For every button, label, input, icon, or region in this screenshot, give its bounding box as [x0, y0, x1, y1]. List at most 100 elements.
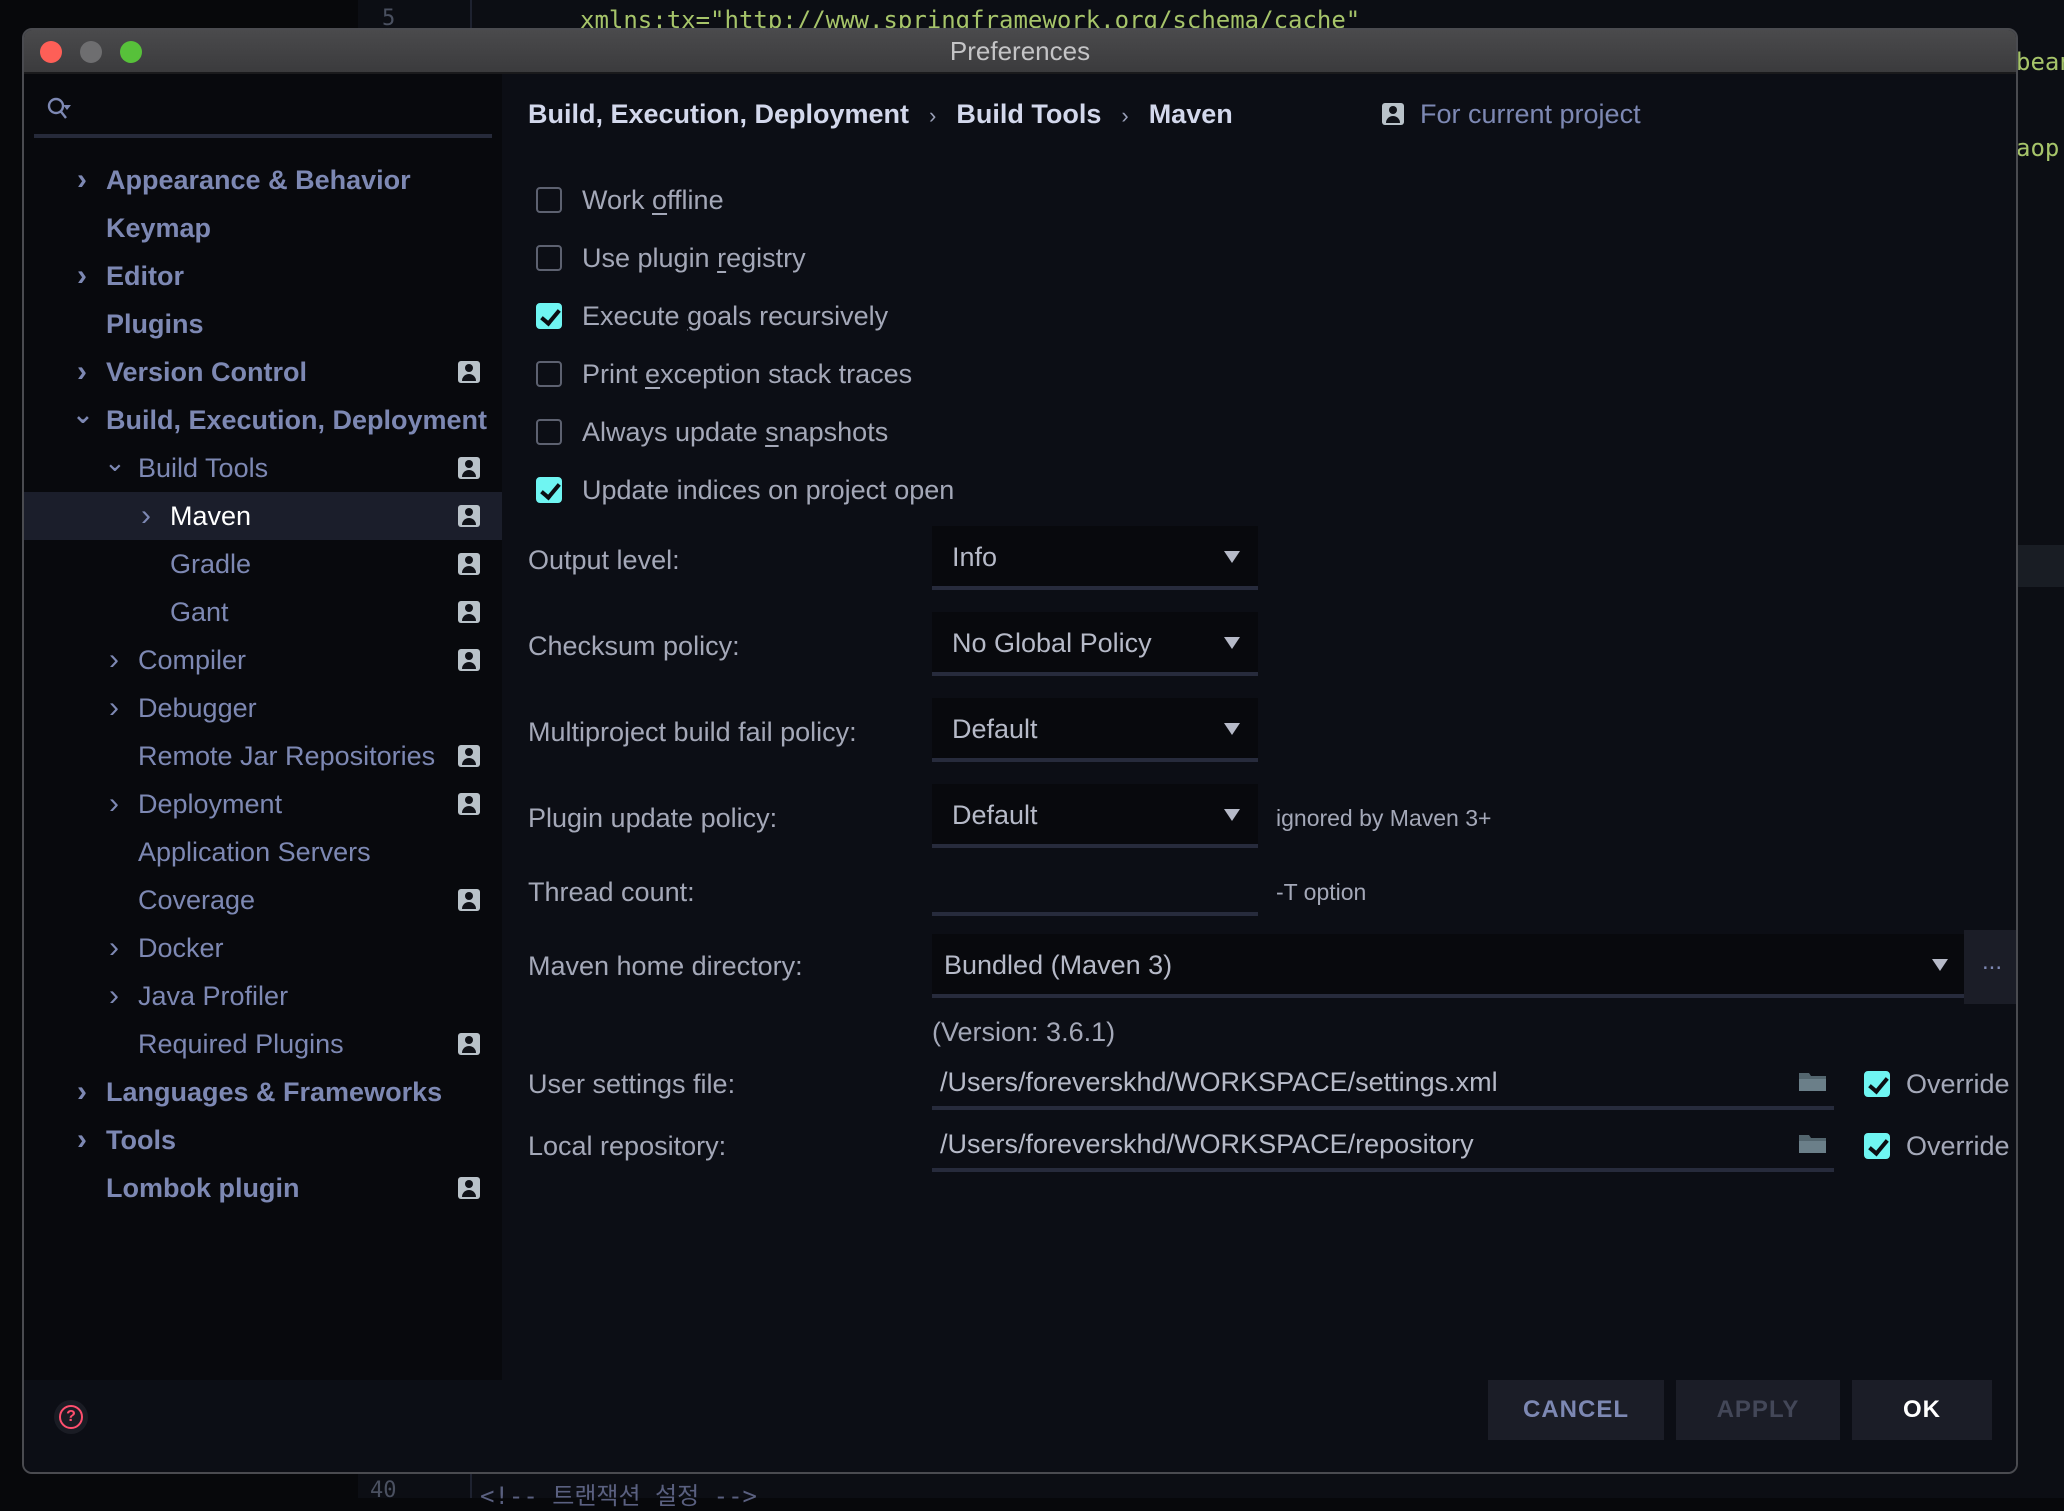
- label-text: Use plugin: [582, 243, 718, 273]
- checkbox[interactable]: [536, 419, 562, 445]
- title-bar[interactable]: Preferences: [24, 30, 2016, 74]
- sidebar-item[interactable]: › Appearance & Behavior: [24, 156, 502, 204]
- project-scope-icon: [458, 1033, 480, 1055]
- help-icon: ?: [59, 1405, 83, 1429]
- project-scope-icon: [458, 745, 480, 767]
- sidebar-item[interactable]: › Debugger: [24, 684, 502, 732]
- sidebar-item-label: Coverage: [138, 885, 256, 915]
- label-text: Always update: [582, 417, 766, 447]
- sidebar-item-label: Gradle: [170, 549, 252, 579]
- sidebar-item-label: Version Control: [106, 357, 308, 387]
- folder-icon[interactable]: [1798, 1070, 1828, 1092]
- user-settings-file-input[interactable]: /Users/foreverskhd/WORKSPACE/settings.xm…: [932, 1058, 1834, 1110]
- checksum-policy-value: No Global Policy: [952, 628, 1152, 658]
- chevron-right-icon[interactable]: ›: [72, 156, 92, 204]
- sidebar-item-label: Plugins: [106, 309, 204, 339]
- sidebar-item[interactable]: › Maven: [24, 492, 502, 540]
- chevron-right-icon[interactable]: ›: [136, 492, 156, 540]
- chevron-right-icon[interactable]: ›: [104, 684, 124, 732]
- dropdown-arrow-icon: [1224, 809, 1240, 821]
- label-text: Update indices on project open: [582, 475, 955, 505]
- sidebar-item[interactable]: Application Servers: [24, 828, 502, 876]
- label-text: ffline: [667, 185, 724, 215]
- settings-search-input[interactable]: [34, 88, 492, 138]
- mnemonic-letter: s: [765, 417, 779, 447]
- sidebar-item[interactable]: › Tools: [24, 1116, 502, 1164]
- project-scope-icon: [458, 553, 480, 575]
- checkbox[interactable]: [536, 477, 562, 503]
- breadcrumb-item: Maven: [1148, 99, 1233, 129]
- chevron-down-icon[interactable]: ⌄: [104, 444, 126, 492]
- project-scope-icon: [458, 1177, 480, 1199]
- chevron-right-icon[interactable]: ›: [72, 1116, 92, 1164]
- checkbox-label: Use plugin registry: [582, 238, 806, 278]
- search-icon[interactable]: [46, 96, 72, 122]
- label-text: Execute: [582, 301, 688, 331]
- checkbox[interactable]: [536, 361, 562, 387]
- chevron-right-icon[interactable]: ›: [72, 1068, 92, 1116]
- output-level-value: Info: [952, 542, 998, 572]
- local-repository-input[interactable]: /Users/foreverskhd/WORKSPACE/repository: [932, 1120, 1834, 1172]
- local-repository-value: /Users/foreverskhd/WORKSPACE/repository: [940, 1129, 1474, 1159]
- maven-home-label: Maven home directory:: [528, 951, 803, 981]
- sidebar-item[interactable]: Required Plugins: [24, 1020, 502, 1068]
- cancel-button[interactable]: CANCEL: [1488, 1380, 1664, 1440]
- sidebar-item[interactable]: › Deployment: [24, 780, 502, 828]
- chevron-right-icon[interactable]: ›: [104, 972, 124, 1020]
- sidebar-item-label: Build, Execution, Deployment: [106, 405, 488, 435]
- sidebar-item[interactable]: Gradle: [24, 540, 502, 588]
- ok-button[interactable]: OK: [1852, 1380, 1992, 1440]
- chevron-right-icon[interactable]: ›: [104, 636, 124, 684]
- local-repository-override-checkbox[interactable]: [1864, 1133, 1890, 1159]
- checkbox[interactable]: [536, 303, 562, 329]
- help-button[interactable]: ?: [54, 1400, 88, 1434]
- checkbox[interactable]: [536, 187, 562, 213]
- user-settings-label: User settings file:: [528, 1069, 736, 1099]
- label-text: egistry: [726, 243, 806, 273]
- maven-version-label: (Version: 3.6.1): [932, 1017, 1116, 1047]
- breadcrumb-separator-icon: ›: [929, 103, 937, 128]
- checksum-policy-dropdown[interactable]: No Global Policy: [932, 612, 1258, 676]
- override-label: Override: [1906, 1131, 2010, 1161]
- chevron-right-icon[interactable]: ›: [104, 780, 124, 828]
- user-settings-override-checkbox[interactable]: [1864, 1071, 1890, 1097]
- sidebar-item[interactable]: Lombok plugin: [24, 1164, 502, 1212]
- maven-home-browse-button[interactable]: ...: [1964, 930, 2016, 1004]
- sidebar-item[interactable]: Coverage: [24, 876, 502, 924]
- breadcrumb: Build, Execution, Deployment › Build Tools…: [528, 94, 1233, 134]
- breadcrumb-item[interactable]: Build, Execution, Deployment: [528, 94, 909, 134]
- multiproject-fail-policy-dropdown[interactable]: Default: [932, 698, 1258, 762]
- editor-code-line: <!-- 트랜잭션 설정 -->: [480, 1482, 757, 1510]
- sidebar-item[interactable]: ⌄ Build, Execution, Deployment: [24, 396, 502, 444]
- chevron-right-icon[interactable]: ›: [72, 252, 92, 300]
- mnemonic-letter: e: [645, 359, 661, 389]
- sidebar-item[interactable]: › Languages & Frameworks: [24, 1068, 502, 1116]
- sidebar-item[interactable]: › Java Profiler: [24, 972, 502, 1020]
- sidebar-item[interactable]: › Docker: [24, 924, 502, 972]
- sidebar-item[interactable]: ⌄ Build Tools: [24, 444, 502, 492]
- sidebar-item[interactable]: Remote Jar Repositories: [24, 732, 502, 780]
- maven-home-dropdown[interactable]: Bundled (Maven 3): [932, 934, 1966, 998]
- sidebar-item[interactable]: › Editor: [24, 252, 502, 300]
- apply-button[interactable]: APPLY: [1676, 1380, 1840, 1440]
- folder-icon[interactable]: [1798, 1132, 1828, 1154]
- sidebar-item[interactable]: Gant: [24, 588, 502, 636]
- mnemonic-letter: g: [687, 301, 703, 331]
- multiproject-fail-policy-value: Default: [952, 714, 1038, 744]
- output-level-dropdown[interactable]: Info: [932, 526, 1258, 590]
- chevron-right-icon[interactable]: ›: [72, 348, 92, 396]
- chevron-down-icon[interactable]: ⌄: [72, 396, 94, 444]
- sidebar-item[interactable]: › Compiler: [24, 636, 502, 684]
- sidebar-item[interactable]: Keymap: [24, 204, 502, 252]
- plugin-update-policy-dropdown[interactable]: Default: [932, 784, 1258, 848]
- thread-count-input[interactable]: [932, 866, 1258, 916]
- checkbox[interactable]: [536, 245, 562, 271]
- mnemonic-letter: r: [717, 243, 727, 273]
- sidebar-item[interactable]: › Version Control: [24, 348, 502, 396]
- dropdown-arrow-icon: [1932, 959, 1948, 971]
- chevron-right-icon[interactable]: ›: [104, 924, 124, 972]
- label-text: xception stack traces: [660, 359, 913, 389]
- breadcrumb-item[interactable]: Build Tools: [956, 94, 1101, 134]
- sidebar-item[interactable]: Plugins: [24, 300, 502, 348]
- dialog-footer: ? CANCEL APPLY OK: [24, 1380, 2016, 1472]
